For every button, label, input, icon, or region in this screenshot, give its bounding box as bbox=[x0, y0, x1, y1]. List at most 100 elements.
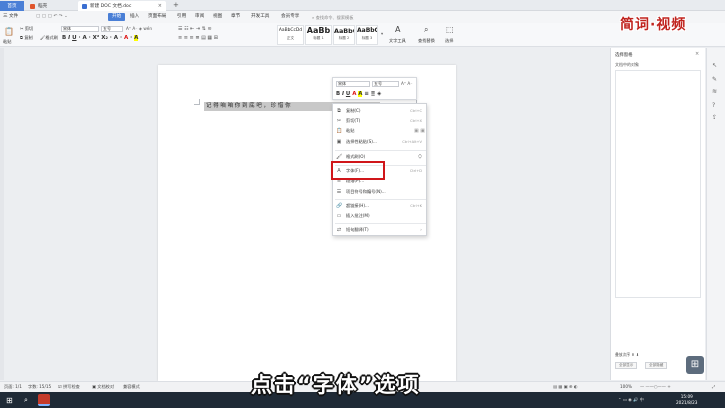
help-icon[interactable]: ? bbox=[712, 102, 715, 109]
ctx-translate-label: 短句翻译(T) bbox=[346, 227, 369, 232]
tab-wps[interactable]: 稻壳 bbox=[26, 1, 74, 11]
align-buttons[interactable]: ≡ ≡ ≡ ≣ ▤ ▦ ⊞ bbox=[178, 35, 218, 41]
tray-icons[interactable]: ⌃ ▭ ◉ 🔊 中 bbox=[618, 397, 644, 403]
hide-all-button[interactable]: 全部隐藏 bbox=[645, 362, 668, 369]
menu-chapter[interactable]: 章节 bbox=[231, 13, 240, 21]
new-tab-button[interactable]: + bbox=[173, 1, 179, 9]
style-heading-3[interactable]: AaBbC 标题 3 bbox=[356, 25, 378, 45]
mini-size-select[interactable]: 五号 bbox=[372, 81, 399, 87]
add-float-button[interactable]: ⊞ bbox=[686, 356, 704, 374]
menu-insert[interactable]: 插入 bbox=[130, 13, 139, 21]
menu-bar: 三 文件 ▢ ▢ ▢ ↶ ↷ ⌄ 开始 插入 页面布局 引用 审阅 视图 章节 … bbox=[0, 11, 725, 23]
chevron-right-icon: › bbox=[420, 227, 422, 233]
page-count: 页面: 1/1 bbox=[4, 384, 22, 389]
view-mode-icons[interactable]: ▤ ▦ ▣ ⊕ ◐ bbox=[553, 384, 577, 389]
mini-format-buttons[interactable]: B I U A A ≡ ≣ ◈ bbox=[336, 91, 381, 97]
cut-button[interactable]: ✂ 剪切 bbox=[20, 26, 33, 32]
ctx-bullets[interactable]: ☰ 项目符号和编号(N)... bbox=[333, 188, 428, 196]
list-buttons[interactable]: ☰ ☷ ⇤ ⇥ ⇅ ≋ bbox=[178, 26, 212, 32]
tab-home[interactable]: 首页 bbox=[0, 1, 24, 11]
text-tools-button[interactable]: 文字工具 bbox=[389, 38, 406, 44]
style-normal[interactable]: AaBbCcDd 正文 bbox=[277, 25, 304, 45]
format-painter-label: 格式刷 bbox=[45, 35, 58, 40]
menu-references[interactable]: 引用 bbox=[177, 13, 186, 21]
command-search[interactable]: ⌕ 查找命令、搜索模板 bbox=[312, 14, 372, 21]
menu-page-layout[interactable]: 页面布局 bbox=[148, 13, 166, 21]
styles-more-icon[interactable]: ▾ bbox=[381, 31, 383, 36]
style-heading-3-sample: AaBbC bbox=[357, 27, 377, 34]
menu-dev-tools[interactable]: 开发工具 bbox=[251, 13, 269, 21]
wps-app-icon[interactable] bbox=[38, 394, 50, 406]
edit-icon[interactable]: ✎ bbox=[712, 76, 717, 83]
ctx-paste[interactable]: 📋 粘贴 ▣ ▣ bbox=[333, 127, 428, 135]
find-replace-button[interactable]: 查找替换 bbox=[418, 38, 435, 44]
format-painter-button[interactable]: 🖌格式刷 bbox=[40, 35, 58, 41]
mini-size-buttons[interactable]: A⁺ A⁻ bbox=[401, 81, 412, 86]
copy-button[interactable]: ⧉ 复制 bbox=[20, 35, 33, 41]
menu-view[interactable]: 视图 bbox=[213, 13, 222, 21]
ctx-paste-special[interactable]: ▣ 选择性粘贴(S)... Ctrl+Alt+V bbox=[333, 138, 428, 146]
select-pointer-icon[interactable]: ↖ bbox=[712, 62, 717, 69]
system-clock[interactable]: 15:09 2021/8/23 bbox=[676, 394, 697, 405]
windows-start-icon[interactable]: ⊞ bbox=[6, 396, 13, 405]
word-count[interactable]: 字数: 15/15 bbox=[28, 384, 51, 390]
paste-options-icons[interactable]: ▣ ▣ bbox=[414, 128, 425, 134]
style-heading-1[interactable]: AaBb 标题 1 bbox=[305, 25, 332, 45]
up-arrow-icon[interactable]: ⬆ bbox=[631, 352, 634, 357]
font-format-buttons[interactable]: B I U · A · X² X₂ · A · A · A bbox=[62, 35, 139, 41]
ctx-hyperlink[interactable]: 🔗 超链接(H)... Ctrl+K bbox=[333, 202, 428, 210]
menu-start[interactable]: 开始 bbox=[108, 13, 126, 21]
close-icon[interactable]: × bbox=[695, 51, 699, 57]
paste-icon[interactable]: 📋 bbox=[4, 27, 14, 36]
style-heading-1-sample: AaBb bbox=[306, 26, 331, 35]
search-icon[interactable]: ⌕ bbox=[24, 396, 28, 405]
font-item-highlight-box bbox=[331, 161, 385, 180]
paste-label[interactable]: 粘贴 bbox=[3, 39, 11, 45]
right-toolbar: ↖ ✎ ≋ ? ⇪ bbox=[706, 48, 725, 380]
ctx-copy[interactable]: ⧉ 复制(C) Ctrl+C bbox=[333, 107, 428, 115]
menu-file[interactable]: 三 文件 bbox=[3, 13, 18, 21]
down-arrow-icon[interactable]: ⬇ bbox=[636, 352, 639, 357]
menu-member[interactable]: 会员专享 bbox=[281, 13, 299, 21]
tab-document[interactable]: 新建 DOC 文档.doc × bbox=[78, 1, 166, 11]
paste-special-icon: ▣ bbox=[336, 139, 342, 145]
show-all-button[interactable]: 全部显示 bbox=[615, 362, 638, 369]
style-heading-3-name: 标题 3 bbox=[361, 36, 373, 40]
mini-toolbar: 宋体 五号 A⁺ A⁻ B I U A A ≡ ≣ ◈ bbox=[332, 77, 417, 100]
cut-label: 剪切 bbox=[24, 26, 34, 31]
style-heading-2[interactable]: AaBbC 标题 2 bbox=[333, 25, 355, 45]
share-icon[interactable]: ⇪ bbox=[712, 114, 717, 121]
ctx-copy-shortcut: Ctrl+C bbox=[410, 109, 422, 113]
style-normal-name: 正文 bbox=[286, 36, 295, 40]
margin-corner bbox=[194, 99, 200, 105]
zoom-slider[interactable]: — ——○—— + bbox=[640, 384, 671, 389]
ctx-format-painter-label: 格式刷(O) bbox=[346, 154, 366, 159]
select-icon: ⬚ bbox=[446, 25, 454, 34]
fullscreen-icon[interactable]: ⤢ bbox=[712, 384, 715, 389]
menu-review[interactable]: 审阅 bbox=[195, 13, 204, 21]
sliders-icon[interactable]: ≋ bbox=[712, 88, 717, 95]
object-list[interactable] bbox=[615, 70, 701, 298]
select-button[interactable]: 选择 bbox=[445, 38, 453, 44]
find-icon: ⌕ bbox=[424, 25, 429, 34]
size-select[interactable]: 五号 bbox=[101, 26, 123, 32]
close-icon[interactable]: × bbox=[158, 3, 162, 9]
brand-watermark: 简词·视频 bbox=[620, 17, 687, 33]
mini-font-select[interactable]: 宋体 bbox=[336, 81, 370, 87]
font-size-tools[interactable]: A⁺ A⁻ ◈ wén bbox=[126, 26, 152, 31]
menu-divider bbox=[335, 150, 426, 151]
font-select[interactable]: 宋体 bbox=[61, 26, 99, 32]
copy-label: 复制 bbox=[24, 35, 33, 40]
menu-divider bbox=[335, 199, 426, 200]
hyperlink-icon: 🔗 bbox=[336, 203, 343, 209]
ctx-translate[interactable]: ⇄ 短句翻译(T) › bbox=[333, 226, 428, 234]
zoom-level[interactable]: 100% bbox=[620, 384, 632, 389]
spell-check[interactable]: ☑ 拼写检查 bbox=[58, 384, 80, 390]
add-icon: ⊞ bbox=[690, 359, 700, 370]
selection-pane-subtitle: 文档中的对象 bbox=[615, 62, 639, 67]
proofread[interactable]: ▣ 文档校对 bbox=[92, 384, 114, 390]
ctx-format-painter[interactable]: 🖌 格式刷(O) ⛭ bbox=[333, 153, 428, 161]
ctx-cut[interactable]: ✂ 剪切(T) Ctrl+X bbox=[333, 117, 428, 125]
ctx-insert-comment[interactable]: ▭ 插入批注(M) bbox=[333, 212, 428, 220]
ctx-bullets-label: 项目符号和编号(N)... bbox=[346, 189, 386, 194]
